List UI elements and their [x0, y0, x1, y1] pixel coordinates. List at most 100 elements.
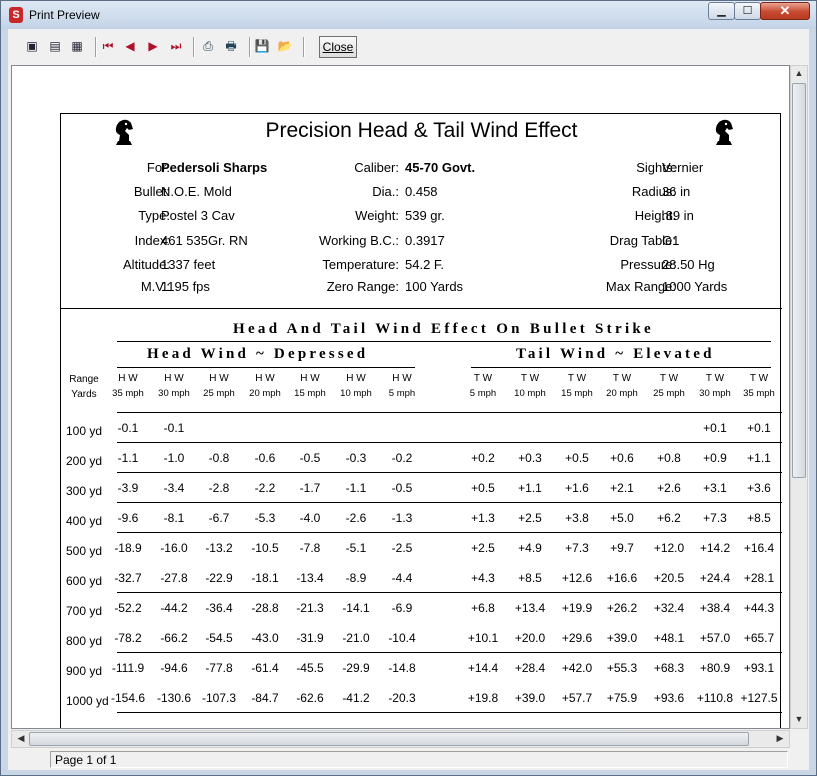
next-page-icon[interactable]: ▶ — [144, 37, 162, 55]
head-wind-cell: -154.6 — [110, 691, 146, 706]
column-header-speed: 25 mph — [203, 388, 235, 399]
tail-wind-cell: +93.1 — [743, 661, 775, 676]
minimize-icon: ▁ — [717, 5, 726, 17]
tail-column-header: T W 20 mph — [602, 371, 642, 401]
range-label-cell: 200 yd — [66, 454, 103, 469]
head-wind-cell: -16.0 — [160, 541, 188, 556]
head-wind-cell: -41.2 — [342, 691, 370, 706]
tail-wind-cell: +9.7 — [610, 541, 634, 556]
vertical-scrollbar[interactable]: ▲ ▼ — [790, 65, 808, 729]
head-wind-cell: -6.9 — [391, 601, 413, 616]
minimize-button[interactable]: ▁ — [708, 2, 735, 20]
range-label-cell: 600 yd — [66, 574, 103, 589]
info-value: Postel 3 Cav — [161, 208, 235, 223]
toolbar-separator — [193, 37, 195, 57]
head-wind-cell: -0.8 — [208, 451, 230, 466]
tail-wind-cell: +16.4 — [743, 541, 775, 556]
tail-wind-cell: +0.2 — [471, 451, 495, 466]
report-title: Precision Head & Tail Wind Effect — [265, 119, 578, 142]
head-wind-cell: -45.5 — [296, 661, 324, 676]
head-wind-cell: -27.8 — [160, 571, 188, 586]
tail-wind-cell: +12.0 — [653, 541, 685, 556]
tail-wind-cell: +0.5 — [565, 451, 589, 466]
info-value: G1 — [662, 233, 680, 248]
head-column-header: H W 20 mph — [245, 371, 285, 401]
save-icon[interactable]: 💾 — [253, 37, 271, 55]
head-wind-cell: -3.4 — [163, 481, 185, 496]
column-header-type: H W — [392, 373, 412, 384]
first-page-icon[interactable]: ⏮ — [99, 37, 117, 55]
horizontal-scroll-thumb[interactable] — [29, 732, 749, 746]
toolbar-separator — [303, 37, 305, 57]
head-wind-cell: -2.2 — [254, 481, 276, 496]
head-wind-cell: -31.9 — [296, 631, 324, 646]
row-divider — [117, 472, 782, 473]
head-wind-cell: -54.5 — [205, 631, 233, 646]
range-yards-header: Range Yards — [64, 372, 104, 402]
row-divider — [117, 652, 782, 653]
scroll-up-icon[interactable]: ▲ — [791, 68, 807, 78]
tail-column-header: T W 25 mph — [649, 371, 689, 401]
info-value: Pedersoli Sharps — [161, 160, 268, 175]
multi-page-icon[interactable]: ▦ — [68, 37, 86, 55]
report-page: Precision Head & Tail Wind Effect For: Pe… — [60, 113, 782, 728]
window-close-button[interactable]: ✕ — [760, 2, 810, 20]
tail-wind-cell: +3.8 — [565, 511, 589, 526]
tail-wind-cell: +44.3 — [743, 601, 775, 616]
head-wind-cell: -8.9 — [345, 571, 367, 586]
column-header-type: T W — [659, 373, 679, 384]
tail-wind-cell: +8.5 — [747, 511, 771, 526]
tail-wind-cell: +127.5 — [740, 691, 778, 706]
print-setup-icon[interactable]: ⎙ — [199, 37, 217, 55]
tail-wind-underline — [471, 367, 771, 368]
tail-wind-cell: +6.8 — [471, 601, 495, 616]
head-wind-cell: -84.7 — [251, 691, 279, 706]
scroll-left-icon[interactable]: ◀ — [13, 733, 29, 744]
info-label: Zero Range: — [326, 279, 399, 294]
column-header-speed: 10 mph — [340, 388, 372, 399]
scroll-down-icon[interactable]: ▼ — [791, 714, 807, 724]
last-page-icon[interactable]: ⏭ — [167, 37, 185, 55]
title-bar[interactable]: S Print Preview ▁ ☐ ✕ — [1, 1, 816, 29]
maximize-button[interactable]: ☐ — [734, 2, 761, 20]
two-page-icon[interactable]: ▤ — [46, 37, 64, 55]
row-divider — [117, 532, 782, 533]
column-header-type: T W — [612, 373, 632, 384]
tail-column-header: T W 15 mph — [557, 371, 597, 401]
print-icon[interactable]: 🖶 — [222, 37, 240, 55]
vertical-scroll-thumb[interactable] — [792, 83, 806, 478]
tail-wind-cell: +2.5 — [471, 541, 495, 556]
head-wind-cell: -0.1 — [163, 421, 185, 435]
head-wind-cell: -44.2 — [160, 601, 188, 616]
tail-wind-cell: +13.4 — [514, 601, 546, 616]
range-label-cell: 100 yd — [66, 424, 103, 438]
tail-wind-cell: +0.8 — [657, 451, 681, 466]
info-value: 1195 fps — [161, 279, 210, 294]
column-header-speed: 35 mph — [112, 388, 144, 399]
prev-page-icon[interactable]: ◀ — [121, 37, 139, 55]
tail-wind-cell: +48.1 — [653, 631, 685, 646]
tail-wind-cell: +26.2 — [606, 601, 638, 616]
tail-wind-cell: +57.7 — [561, 691, 593, 706]
tail-wind-cell: +75.9 — [606, 691, 638, 706]
head-wind-cell: -0.1 — [117, 421, 139, 435]
column-header-type: T W — [567, 373, 587, 384]
one-page-icon[interactable]: ▣ — [23, 37, 41, 55]
open-icon[interactable]: 📂 — [276, 37, 294, 55]
tail-wind-cell: +0.1 — [747, 421, 771, 435]
head-wind-cell: -4.4 — [391, 571, 413, 586]
range-label-cell: 800 yd — [66, 634, 103, 649]
tail-wind-cell: +29.6 — [561, 631, 593, 646]
horizontal-scrollbar[interactable]: ◀ ▶ — [11, 730, 790, 748]
tail-wind-cell: +1.3 — [471, 511, 495, 526]
preview-pane[interactable]: Precision Head & Tail Wind Effect For: Pe… — [11, 65, 790, 729]
tail-column-header: T W 30 mph — [695, 371, 735, 401]
tail-wind-cell: +19.9 — [561, 601, 593, 616]
tail-wind-cell: +4.3 — [471, 571, 495, 586]
scroll-right-icon[interactable]: ▶ — [772, 733, 788, 744]
close-button[interactable]: Close — [319, 36, 357, 58]
close-icon: ✕ — [779, 3, 791, 18]
head-wind-cell: -18.1 — [251, 571, 279, 586]
column-header-speed: 5 mph — [388, 388, 416, 399]
info-value: 36 in — [662, 184, 691, 199]
